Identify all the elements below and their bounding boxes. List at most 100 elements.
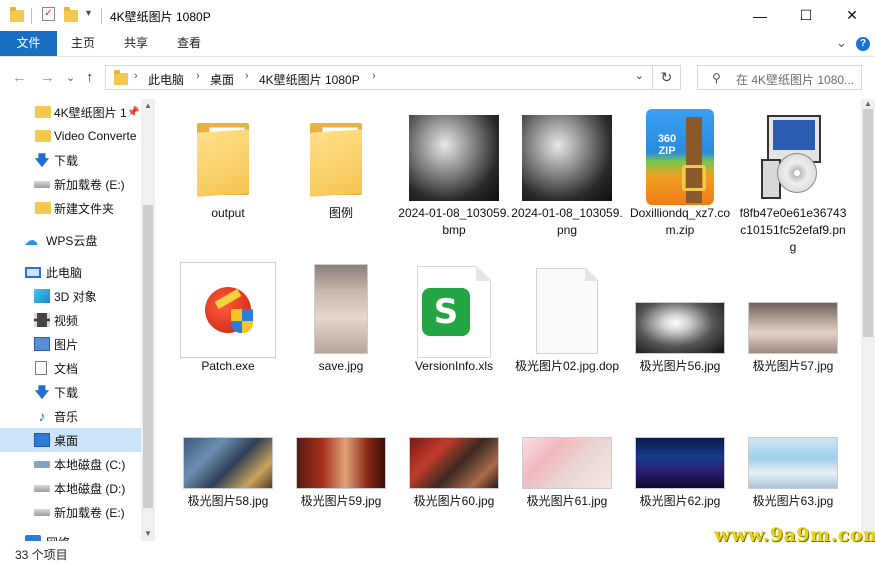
drive-icon	[34, 484, 50, 492]
blank-file-icon	[536, 267, 599, 354]
file-item[interactable]: 极光图片02.jpg.dop	[511, 262, 623, 402]
search-input[interactable]: 在 4K壁纸图片 1080...	[736, 71, 858, 88]
file-name: save.jpg	[318, 359, 364, 373]
file-item[interactable]: 极光图片58.jpg	[172, 397, 284, 517]
image-thumbnail	[748, 302, 838, 354]
file-item[interactable]: 图例	[285, 109, 397, 229]
scrollbar-thumb[interactable]	[143, 205, 153, 508]
sidebar-item-label: 桌面	[54, 433, 79, 448]
address-bar[interactable]: › 此电脑 › 桌面 › 4K壁纸图片 1080P › ⌄	[105, 65, 653, 90]
file-name: 极光图片02.jpg.dop	[514, 359, 620, 373]
sidebar-item-label: Video Converte	[54, 129, 137, 143]
file-item[interactable]: 极光图片61.jpg	[511, 397, 623, 517]
image-thumbnail	[635, 302, 725, 354]
drive-icon	[34, 180, 50, 188]
file-item[interactable]: save.jpg	[285, 262, 397, 382]
close-button[interactable]: ✕	[829, 0, 875, 31]
breadcrumb-separator[interactable]: ›	[196, 70, 200, 82]
scroll-down-icon[interactable]: ▼	[143, 529, 153, 538]
new-folder-icon[interactable]	[64, 7, 78, 23]
title-bar: ✓ ▾ 4K壁纸图片 1080P — ☐ ✕	[0, 0, 875, 31]
pictures-icon	[34, 337, 50, 351]
download-icon: 🡇	[34, 384, 50, 400]
tab-share[interactable]: 共享	[109, 31, 163, 56]
sidebar-item-video-converter[interactable]: Video Converte	[0, 124, 141, 148]
computer-icon	[25, 266, 41, 278]
image-thumbnail	[296, 437, 386, 489]
breadcrumb-desktop[interactable]: 桌面	[210, 71, 234, 88]
file-item[interactable]: 极光图片59.jpg	[285, 397, 397, 517]
file-item[interactable]: 极光图片56.jpg	[624, 262, 736, 382]
image-thumbnail	[522, 437, 612, 489]
folder-icon	[35, 202, 51, 214]
file-item[interactable]: 极光图片63.jpg	[737, 397, 849, 517]
sidebar-item-label: 下载	[54, 385, 79, 400]
sidebar-item-documents[interactable]: 文档	[0, 356, 141, 380]
sidebar-item-drive-d[interactable]: 本地磁盘 (D:)	[0, 476, 141, 500]
image-thumbnail	[635, 437, 725, 489]
minimize-button[interactable]: —	[737, 0, 783, 31]
sidebar-item-drive-e[interactable]: 新加载卷 (E:)	[0, 172, 141, 196]
ribbon-expand-icon[interactable]: ⌄	[836, 35, 847, 51]
sidebar-item-music[interactable]: ♪ 音乐	[0, 404, 141, 428]
sidebar-item-network[interactable]: 网络	[0, 530, 141, 541]
breadcrumb-separator[interactable]: ›	[134, 70, 138, 82]
navigation-bar: ← → ⌄ ↑ › 此电脑 › 桌面 › 4K壁纸图片 1080P › ⌄ ↻ …	[0, 57, 875, 99]
sidebar-item-this-pc[interactable]: 此电脑	[0, 260, 141, 284]
sidebar-item-drive-e-pc[interactable]: 新加载卷 (E:)	[0, 500, 141, 524]
sidebar-scrollbar[interactable]: ▲ ▼	[141, 99, 155, 541]
properties-icon[interactable]: ✓	[42, 7, 55, 21]
sidebar-item-label: 网络	[46, 534, 70, 542]
help-icon[interactable]: ?	[856, 37, 870, 51]
file-item[interactable]: Patch.exe	[172, 262, 284, 382]
sidebar-item-drive-c[interactable]: 本地磁盘 (C:)	[0, 452, 141, 476]
scrollbar-thumb[interactable]	[863, 109, 873, 337]
divider	[101, 8, 102, 24]
sidebar-item-downloads-pc[interactable]: 🡇 下载	[0, 380, 141, 404]
file-item[interactable]: S VersionInfo.xls	[398, 262, 510, 382]
file-item[interactable]: 2024-01-08_103059.bmp	[398, 109, 510, 249]
maximize-button[interactable]: ☐	[783, 0, 829, 31]
file-list: output 图例 2024-01-08_103059.bmp 2024-01-…	[157, 99, 861, 541]
sidebar-item-new-folder[interactable]: 新建文件夹	[0, 196, 141, 220]
breadcrumb-separator[interactable]: ›	[245, 70, 249, 82]
spreadsheet-icon: S	[417, 265, 492, 358]
search-box[interactable]: ⚲ 在 4K壁纸图片 1080...	[697, 65, 862, 90]
breadcrumb-current-folder[interactable]: 4K壁纸图片 1080P	[259, 71, 360, 88]
sidebar-item-pictures[interactable]: 图片	[0, 332, 141, 356]
sidebar-item-4k-folder[interactable]: 4K壁纸图片 1 📌	[0, 100, 141, 124]
qat-customize-icon[interactable]: ▾	[86, 8, 100, 24]
file-item[interactable]: 2024-01-08_103059.png	[511, 109, 623, 249]
file-name: 极光图片63.jpg	[752, 494, 834, 508]
sidebar-item-desktop[interactable]: 桌面	[0, 428, 141, 452]
image-thumbnail	[314, 264, 368, 354]
file-item[interactable]: output	[172, 109, 284, 229]
file-item[interactable]: 极光图片62.jpg	[624, 397, 736, 517]
content-scrollbar[interactable]: ▲	[861, 99, 875, 541]
file-item[interactable]: 极光图片60.jpg	[398, 397, 510, 517]
file-item[interactable]: f8fb47e0e61e36743c10151fc52efaf9.png	[737, 109, 849, 269]
forward-button[interactable]: →	[40, 69, 55, 86]
sidebar-item-downloads[interactable]: 🡇 下载	[0, 148, 141, 172]
tab-home[interactable]: 主页	[57, 31, 109, 56]
up-button[interactable]: ↑	[86, 69, 94, 86]
scroll-up-icon[interactable]: ▲	[143, 101, 153, 110]
breadcrumb-this-pc[interactable]: 此电脑	[148, 71, 184, 88]
recent-locations-button[interactable]: ⌄	[66, 71, 75, 84]
address-dropdown-icon[interactable]: ⌄	[635, 69, 644, 82]
sidebar-item-wps-cloud[interactable]: ☁ WPS云盘	[0, 228, 141, 252]
item-count: 33 个项目	[15, 548, 68, 562]
sidebar-item-videos[interactable]: 视频	[0, 308, 141, 332]
tab-view[interactable]: 查看	[163, 31, 215, 56]
scroll-up-icon[interactable]: ▲	[862, 99, 874, 108]
back-button[interactable]: ←	[12, 69, 27, 86]
file-name: Doxilliondq_xz7.com.zip	[629, 206, 731, 237]
tab-file[interactable]: 文件	[0, 31, 57, 56]
file-item[interactable]: 360 ZIP Doxilliondq_xz7.com.zip	[624, 109, 736, 249]
file-item[interactable]: 极光图片57.jpg	[737, 262, 849, 382]
file-name: 极光图片56.jpg	[639, 359, 721, 373]
sidebar-item-3d-objects[interactable]: 3D 对象	[0, 284, 141, 308]
refresh-button[interactable]: ↻	[653, 65, 681, 90]
breadcrumb-separator[interactable]: ›	[372, 70, 376, 82]
watermark: www.9a9m.com	[714, 524, 875, 546]
